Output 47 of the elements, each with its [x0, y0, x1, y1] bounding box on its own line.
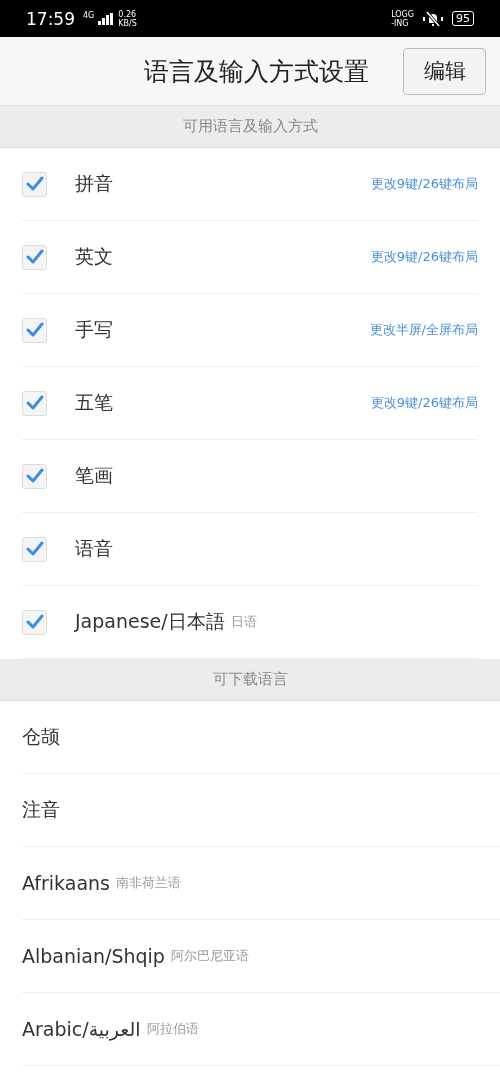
language-name[interactable]: 仓颉	[22, 724, 60, 750]
checkmark-icon	[25, 395, 44, 411]
checkmark-icon	[25, 322, 44, 338]
muted-bell-icon	[422, 10, 444, 27]
language-name[interactable]: Afrikaans	[22, 872, 110, 894]
layout-link[interactable]: 更改9键/26键布局	[370, 175, 478, 193]
language-name: 拼音	[75, 171, 113, 196]
checkbox[interactable]	[22, 463, 47, 489]
checkbox[interactable]	[22, 244, 47, 270]
checkmark-icon	[25, 541, 44, 557]
checkbox[interactable]	[22, 609, 47, 635]
battery-level: 95	[452, 11, 474, 26]
language-note: 日语	[230, 613, 257, 631]
page-title: 语言及输入方式设置	[144, 55, 369, 88]
checkbox[interactable]	[22, 536, 47, 562]
checkmark-icon	[25, 468, 44, 484]
speed-unit: KB/S	[118, 18, 137, 28]
edit-button[interactable]: 编辑	[403, 47, 486, 95]
section-header: 可下载语言	[0, 659, 500, 701]
language-name: 英文	[75, 244, 113, 269]
language-name[interactable]: Albanian/Shqip	[22, 945, 165, 967]
checkmark-icon	[25, 249, 44, 265]
language-name[interactable]: 注音	[22, 797, 60, 823]
language-name: 手写	[75, 317, 113, 342]
language-note: 阿拉伯语	[146, 1020, 199, 1038]
logging-label: LOGG	[391, 9, 414, 19]
layout-link[interactable]: 更改9键/26键布局	[370, 394, 478, 412]
logging-label: -ING	[391, 18, 410, 28]
network-speed: 0.26	[118, 9, 137, 19]
language-note: 南非荷兰语	[116, 874, 181, 892]
signal-icon	[98, 12, 115, 25]
checkmark-icon	[25, 614, 44, 630]
language-name: 笔画	[75, 463, 113, 488]
status-time: 17:59	[26, 8, 75, 29]
layout-link[interactable]: 更改半屏/全屏布局	[369, 321, 478, 339]
section-header: 可用语言及输入方式	[0, 106, 500, 148]
language-note: 阿尔巴尼亚语	[170, 947, 249, 965]
checkbox[interactable]	[22, 317, 47, 343]
network-type: 4G	[83, 11, 95, 20]
checkbox[interactable]	[22, 390, 47, 416]
language-name[interactable]: Arabic/العربية	[22, 1018, 141, 1040]
language-name: 语音	[75, 536, 113, 561]
language-name: Japanese/日本語	[75, 609, 225, 634]
checkbox[interactable]	[22, 171, 47, 197]
language-name: 五笔	[75, 390, 113, 415]
layout-link[interactable]: 更改9键/26键布局	[370, 248, 478, 266]
checkmark-icon	[25, 176, 44, 192]
